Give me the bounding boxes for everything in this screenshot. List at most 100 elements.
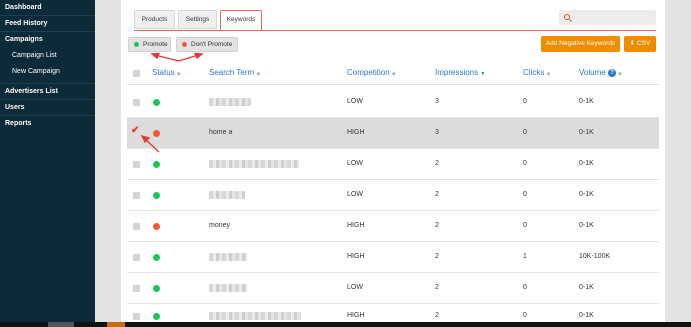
sidebar-item-feed-history[interactable]: Feed History: [0, 16, 95, 32]
clicks-value: 0: [523, 160, 527, 167]
table-row[interactable]: LOW 2 0 0-1K: [127, 273, 659, 304]
taskbar-app-icon[interactable]: [48, 322, 74, 327]
dont-promote-button[interactable]: Don't Promote: [176, 37, 238, 52]
competition-value: LOW: [347, 160, 363, 167]
search-term-redacted: [209, 191, 245, 199]
sidebar-item-reports[interactable]: Reports: [0, 116, 95, 132]
sidebar-item-campaigns[interactable]: Campaigns: [0, 32, 95, 48]
table-row[interactable]: money HIGH 2 0 0-1K: [127, 211, 659, 242]
tab-keywords[interactable]: Keywords: [220, 10, 262, 31]
impressions-value: 2: [435, 222, 439, 229]
volume-value: 0-1K: [579, 284, 594, 291]
column-header-impressions[interactable]: Impressions ▼: [435, 68, 485, 77]
competition-value: HIGH: [347, 129, 365, 136]
clicks-value: 0: [523, 191, 527, 198]
row-checkbox[interactable]: [133, 313, 140, 320]
volume-value: 0-1K: [579, 312, 594, 319]
taskbar-app-icon[interactable]: [107, 322, 125, 327]
main-content: Products Settings Keywords Promote Don't…: [121, 0, 665, 322]
volume-value: 0-1K: [579, 191, 594, 198]
status-dot-icon: [153, 254, 160, 261]
table-header: Status ◆ Search Term ◆ Competition ◆ Imp…: [127, 63, 659, 85]
promote-label: Promote: [143, 41, 168, 48]
search-icon: [564, 14, 570, 20]
volume-value: 10K-100K: [579, 253, 611, 260]
volume-value: 0-1K: [579, 160, 594, 167]
status-dot-icon: [153, 223, 160, 230]
column-header-status[interactable]: Status ◆: [152, 68, 181, 77]
page-gutter-right: [665, 0, 691, 327]
search-term-value: home a: [209, 129, 233, 136]
column-header-competition[interactable]: Competition ◆: [347, 68, 396, 77]
search-term-redacted: [209, 284, 247, 292]
os-taskbar: [0, 322, 691, 327]
impressions-value: 2: [435, 253, 439, 260]
clicks-value: 0: [523, 284, 527, 291]
competition-value: LOW: [347, 98, 363, 105]
impressions-value: 2: [435, 160, 439, 167]
table-row[interactable]: LOW 2 0 0-1K: [127, 149, 659, 180]
green-dot-icon: [134, 42, 139, 47]
volume-value: 0-1K: [579, 98, 594, 105]
page-gutter-left: [95, 0, 121, 327]
clicks-value: 1: [523, 253, 527, 260]
row-checkbox[interactable]: [133, 192, 140, 199]
table-row-selected[interactable]: ✔ home a HIGH 3 0 0-1K: [127, 118, 659, 149]
clicks-value: 0: [523, 312, 527, 319]
table-row[interactable]: LOW 2 0 0-1K: [127, 180, 659, 211]
sidebar-item-dashboard[interactable]: Dashboard: [0, 0, 95, 16]
impressions-value: 3: [435, 98, 439, 105]
red-dot-icon: [182, 42, 187, 47]
search-term-redacted: [209, 312, 301, 320]
add-negative-keywords-button[interactable]: Add Negative Keywords: [541, 36, 620, 52]
row-checkbox[interactable]: [133, 99, 140, 106]
dont-promote-label: Don't Promote: [191, 41, 233, 48]
promote-button[interactable]: Promote: [128, 37, 171, 52]
sidebar-item-users[interactable]: Users: [0, 100, 95, 116]
competition-value: HIGH: [347, 253, 365, 260]
search-term-redacted: [209, 253, 247, 261]
clicks-value: 0: [523, 129, 527, 136]
sidebar-item-new-campaign[interactable]: New Campaign: [0, 64, 95, 84]
select-all-checkbox[interactable]: [133, 70, 140, 77]
tab-settings[interactable]: Settings: [178, 10, 217, 29]
csv-label: CSV: [636, 40, 651, 47]
impressions-value: 3: [435, 129, 439, 136]
row-checkbox[interactable]: [133, 285, 140, 292]
competition-value: LOW: [347, 191, 363, 198]
tab-underline: [134, 30, 656, 31]
row-checkbox[interactable]: [133, 254, 140, 261]
status-dot-icon: [153, 99, 160, 106]
search-term-redacted: [209, 98, 251, 106]
column-header-volume[interactable]: Volume ? ◆: [579, 68, 622, 77]
help-icon[interactable]: ?: [607, 69, 616, 77]
table-row[interactable]: HIGH 2 0 0-1K: [127, 304, 659, 322]
table-row[interactable]: HIGH 2 1 10K-100K: [127, 242, 659, 273]
impressions-value: 2: [435, 284, 439, 291]
search-term-value: money: [209, 222, 231, 229]
download-icon: ⬇: [629, 40, 636, 47]
status-dot-icon: [153, 285, 160, 292]
status-dot-icon: [153, 161, 160, 168]
column-header-search-term[interactable]: Search Term ◆: [209, 68, 260, 77]
table-row[interactable]: LOW 3 0 0-1K: [127, 87, 659, 118]
csv-download-button[interactable]: ⬇ CSV: [624, 36, 656, 52]
competition-value: LOW: [347, 284, 363, 291]
tab-products[interactable]: Products: [134, 10, 175, 29]
status-dot-icon: [153, 192, 160, 199]
search-input[interactable]: [559, 10, 656, 25]
competition-value: HIGH: [347, 222, 365, 229]
competition-value: HIGH: [347, 312, 365, 319]
clicks-value: 0: [523, 222, 527, 229]
sidebar-item-advertisers-list[interactable]: Advertisers List: [0, 84, 95, 100]
impressions-value: 2: [435, 191, 439, 198]
volume-value: 0-1K: [579, 222, 594, 229]
sidebar: Dashboard Feed History Campaigns Campaig…: [0, 0, 95, 327]
row-checkbox[interactable]: [133, 223, 140, 230]
sidebar-item-campaign-list[interactable]: Campaign List: [0, 48, 95, 64]
status-dot-icon: [153, 313, 160, 320]
row-checkbox[interactable]: [133, 161, 140, 168]
volume-value: 0-1K: [579, 129, 594, 136]
search-term-redacted: [209, 160, 299, 168]
column-header-clicks[interactable]: Clicks ◆: [523, 68, 550, 77]
